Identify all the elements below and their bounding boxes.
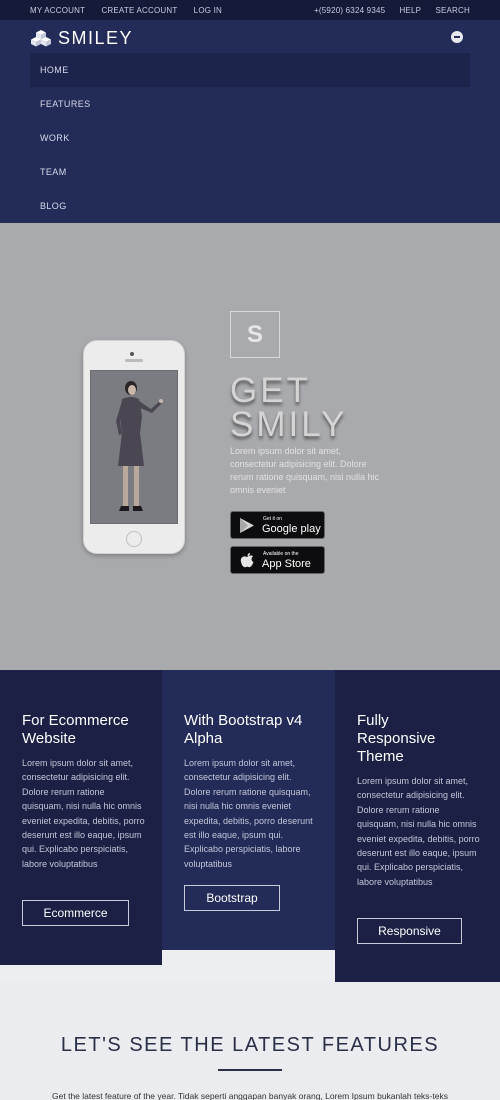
app-store-small-text: Available on the xyxy=(263,551,299,557)
log-in-link[interactable]: LOG IN xyxy=(194,6,222,15)
feature-text: Lorem ipsum dolor sit amet, consectetur … xyxy=(184,758,313,869)
phone-mockup xyxy=(83,340,185,554)
menu-toggle-icon[interactable] xyxy=(451,31,463,43)
top-bar-left: MY ACCOUNT CREATE ACCOUNT LOG IN xyxy=(30,6,236,15)
app-store-button[interactable]: Available on the App Store xyxy=(230,546,325,574)
google-play-label: Google play xyxy=(262,523,321,535)
feature-title: For Ecommerce Website xyxy=(22,712,129,747)
feature-card-responsive: Fully Responsive Theme Lorem ipsum dolor… xyxy=(335,670,500,982)
google-play-button[interactable]: Get it on Google play xyxy=(230,511,325,539)
phone-speaker xyxy=(125,359,143,362)
hero-section: S GET SMILY Lorem ipsum dolor sit amet, … xyxy=(0,223,500,670)
phone-camera xyxy=(130,352,134,356)
nav-item-work[interactable]: WORK xyxy=(30,121,470,155)
hero-title-line1: GET xyxy=(230,371,311,410)
responsive-button[interactable]: Responsive xyxy=(357,918,462,944)
brand-name: SMILEY xyxy=(58,27,134,48)
ecommerce-button[interactable]: Ecommerce xyxy=(22,900,129,926)
apple-icon xyxy=(240,553,254,568)
logo-cubes-icon xyxy=(31,30,51,47)
create-account-link[interactable]: CREATE ACCOUNT xyxy=(101,6,177,15)
nav-item-home[interactable]: HOME xyxy=(30,53,470,87)
top-bar: MY ACCOUNT CREATE ACCOUNT LOG IN +(5920)… xyxy=(0,0,500,20)
site-header: SMILEY HOME FEATURES WORK TEAM BLOG xyxy=(0,20,500,223)
phone-number: +(5920) 6324 9345 xyxy=(314,6,386,15)
google-play-small-text: Get it on xyxy=(263,516,282,522)
woman-figure-image xyxy=(91,371,177,523)
hero-description: Lorem ipsum dolor sit amet, consectetur … xyxy=(230,446,380,495)
site-logo[interactable]: SMILEY xyxy=(30,28,133,48)
nav-item-team[interactable]: TEAM xyxy=(30,155,470,189)
help-link[interactable]: HELP xyxy=(400,6,422,15)
latest-features-section: LET'S SEE THE LATEST FEATURES Get the la… xyxy=(0,982,500,1100)
google-play-icon xyxy=(240,518,254,533)
feature-text: Lorem ipsum dolor sit amet, consectetur … xyxy=(22,758,145,869)
latest-features-heading: LET'S SEE THE LATEST FEATURES xyxy=(60,1034,440,1056)
nav-item-features[interactable]: FEATURES xyxy=(30,87,470,121)
hero-logo-letter: S xyxy=(246,320,263,348)
top-bar-right: +(5920) 6324 9345 HELP SEARCH xyxy=(302,6,470,15)
hero-title-line2: SMILY xyxy=(230,405,348,444)
bootstrap-button[interactable]: Bootstrap xyxy=(184,885,280,911)
my-account-link[interactable]: MY ACCOUNT xyxy=(30,6,85,15)
phone-home-button xyxy=(126,531,142,547)
hero-logo-badge: S xyxy=(230,311,280,358)
feature-text: Lorem ipsum dolor sit amet, consectetur … xyxy=(357,776,480,887)
feature-card-ecommerce: For Ecommerce Website Lorem ipsum dolor … xyxy=(0,670,162,965)
heading-divider xyxy=(218,1069,282,1071)
search-link[interactable]: SEARCH xyxy=(435,6,470,15)
feature-title: With Bootstrap v4 Alpha xyxy=(184,712,303,747)
phone-screen xyxy=(90,370,178,524)
feature-title: Fully Responsive Theme xyxy=(357,712,436,765)
feature-card-bootstrap: With Bootstrap v4 Alpha Lorem ipsum dolo… xyxy=(162,670,335,950)
latest-features-text: Get the latest feature of the year. Tida… xyxy=(52,1091,448,1100)
main-nav: HOME FEATURES WORK TEAM BLOG xyxy=(30,53,470,223)
nav-item-blog[interactable]: BLOG xyxy=(30,189,470,223)
app-store-label: App Store xyxy=(262,558,311,570)
